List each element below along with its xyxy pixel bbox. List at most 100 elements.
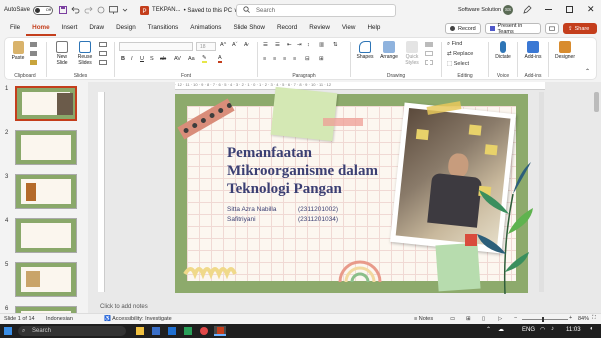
file-explorer-icon[interactable]: [136, 327, 144, 335]
slide-thumbnail-2[interactable]: [15, 130, 77, 165]
tab-file[interactable]: File: [4, 20, 26, 36]
new-slide-button[interactable]: New Slide: [52, 41, 72, 66]
change-case-icon[interactable]: Aa: [188, 56, 195, 62]
align-left-icon[interactable]: ≡: [263, 56, 266, 62]
zoom-in-icon[interactable]: +: [569, 315, 572, 321]
highlight-icon[interactable]: ✎: [202, 55, 207, 63]
underline-icon[interactable]: U: [140, 56, 144, 62]
section-icon[interactable]: [99, 60, 107, 65]
author-id[interactable]: (2311201002): [298, 206, 338, 213]
tab-help[interactable]: Help: [361, 20, 386, 36]
minimize-icon[interactable]: [545, 9, 552, 10]
align-right-icon[interactable]: ≡: [283, 56, 286, 62]
replace-button[interactable]: ⇄ Replace: [447, 51, 473, 57]
designer-button[interactable]: Designer: [552, 41, 578, 60]
shapes-button[interactable]: Shapes: [354, 41, 376, 60]
font-color-icon[interactable]: A: [218, 55, 222, 63]
italic-icon[interactable]: I: [131, 56, 133, 62]
zoom-level[interactable]: 84%: [578, 316, 589, 322]
powerpoint-taskbar-button[interactable]: [214, 326, 226, 336]
taskbar-search[interactable]: ⌕ Search: [18, 326, 126, 336]
dictate-button[interactable]: Dictate: [492, 41, 514, 60]
input-language[interactable]: ENG: [522, 327, 535, 333]
cut-icon[interactable]: [30, 42, 37, 47]
author-name[interactable]: Sitta Azra Nabilla: [227, 206, 277, 213]
slide-thumbnail-3[interactable]: [15, 174, 77, 209]
wifi-icon[interactable]: ◠: [540, 326, 545, 333]
text-direction-icon[interactable]: ⇅: [333, 42, 338, 48]
collapse-ribbon-icon[interactable]: ⌃: [585, 68, 590, 75]
customize-qat-icon[interactable]: [122, 7, 128, 13]
cloud-icon[interactable]: ☁: [498, 326, 504, 333]
slideshow-view-icon[interactable]: ▷: [498, 316, 502, 322]
increase-font-icon[interactable]: A^: [220, 42, 226, 48]
quick-styles-button[interactable]: Quick Styles: [402, 41, 422, 66]
author-name[interactable]: Safitriyani: [227, 216, 256, 223]
close-icon[interactable]: ✕: [587, 4, 595, 15]
present-in-teams-button[interactable]: Present in Teams: [485, 23, 541, 35]
tab-record[interactable]: Record: [271, 20, 303, 36]
zoom-slider-thumb[interactable]: [542, 317, 544, 322]
tab-insert[interactable]: Insert: [56, 20, 84, 36]
slide-thumbnail-4[interactable]: [15, 218, 77, 253]
select-button[interactable]: ⬚ Select: [447, 61, 469, 67]
shape-fill-icon[interactable]: [425, 42, 433, 47]
redo-icon[interactable]: [84, 6, 93, 14]
slide-thumbnail-5[interactable]: [15, 262, 77, 297]
save-icon[interactable]: [59, 6, 68, 14]
slide-canvas[interactable]: Pemanfaatan Mikroorganisme dalam Teknolo…: [175, 86, 533, 294]
increase-indent-icon[interactable]: ⇥: [297, 42, 302, 48]
character-spacing-icon[interactable]: AV: [174, 56, 181, 62]
notes-pane[interactable]: Click to add notes: [88, 302, 601, 313]
tray-chevron-icon[interactable]: ⌃: [486, 326, 491, 333]
tab-animations[interactable]: Animations: [184, 20, 227, 36]
reset-icon[interactable]: [99, 51, 107, 56]
tab-home[interactable]: Home: [26, 20, 56, 36]
slide-thumbnail-1[interactable]: [15, 86, 77, 121]
pen-icon[interactable]: [523, 5, 532, 16]
notification-icon[interactable]: ◐: [590, 326, 594, 332]
autosave-control[interactable]: AutoSave Off: [4, 5, 54, 15]
fit-to-window-icon[interactable]: ⛶: [592, 315, 596, 322]
slide-count[interactable]: Slide 1 of 14: [4, 316, 35, 322]
bold-icon[interactable]: B: [121, 56, 125, 62]
saved-status[interactable]: • Saved to this PC ∨: [184, 7, 239, 14]
find-button[interactable]: ⌕ Find: [447, 41, 462, 48]
word-icon[interactable]: [168, 327, 176, 335]
align-text-icon[interactable]: ⊟: [305, 56, 310, 62]
zoom-slider[interactable]: [522, 319, 568, 320]
format-painter-icon[interactable]: [30, 60, 37, 65]
clear-formatting-icon[interactable]: A̷: [244, 42, 248, 48]
present-from-start-icon[interactable]: [109, 6, 118, 14]
slide-sorter-icon[interactable]: ⊞: [466, 316, 471, 322]
tab-draw[interactable]: Draw: [83, 20, 110, 36]
shape-outline-icon[interactable]: [425, 51, 433, 56]
copy-icon[interactable]: [30, 51, 37, 56]
tab-review[interactable]: Review: [303, 20, 336, 36]
account-name[interactable]: Software Solution: [458, 7, 501, 13]
decrease-font-icon[interactable]: Aˇ: [232, 42, 238, 48]
reuse-slides-button[interactable]: Reuse Slides: [75, 41, 95, 66]
tab-transitions[interactable]: Transitions: [142, 20, 185, 36]
windows-start-icon[interactable]: [4, 327, 12, 335]
comments-icon[interactable]: [545, 23, 559, 34]
smartart-icon[interactable]: ⊞: [319, 56, 324, 62]
excel-icon[interactable]: [184, 327, 192, 335]
mail-icon[interactable]: [152, 327, 160, 335]
addins-button[interactable]: Add-ins: [521, 41, 545, 60]
line-spacing-icon[interactable]: ↕: [307, 42, 310, 48]
refresh-icon[interactable]: [97, 6, 105, 14]
tab-design[interactable]: Design: [110, 20, 142, 36]
accessibility-status[interactable]: ♿ Accessibility: Investigate: [104, 316, 172, 322]
notes-button[interactable]: ≡ Notes: [414, 316, 433, 322]
justify-icon[interactable]: ≡: [293, 56, 296, 62]
shadow-icon[interactable]: S: [150, 56, 154, 62]
layout-icon[interactable]: [99, 42, 107, 47]
autosave-toggle[interactable]: Off: [33, 5, 54, 15]
clock-time[interactable]: 11:03: [566, 327, 581, 333]
reading-view-icon[interactable]: ▯: [482, 316, 485, 322]
paste-button[interactable]: Paste: [9, 41, 27, 61]
shape-effects-icon[interactable]: [425, 60, 433, 65]
vertical-scrollbar[interactable]: [594, 92, 599, 112]
columns-icon[interactable]: ▥: [319, 42, 324, 48]
